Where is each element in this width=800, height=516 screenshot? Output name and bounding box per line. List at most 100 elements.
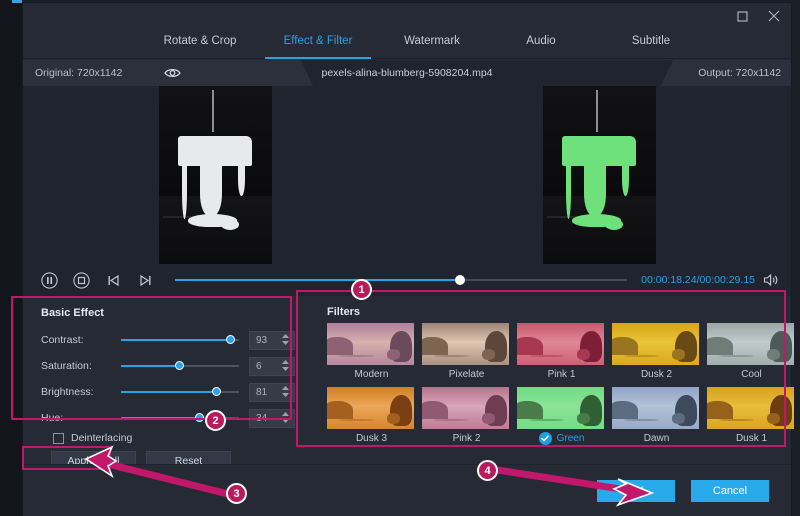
tab-label: Effect & Filter bbox=[284, 35, 353, 47]
annotation-badge-4: 4 bbox=[477, 460, 498, 481]
filter-item[interactable]: Pink 2 bbox=[422, 387, 511, 449]
chevron-up-icon bbox=[281, 411, 290, 417]
filter-label: Modern bbox=[355, 369, 389, 380]
slider-thumb[interactable] bbox=[212, 387, 221, 396]
next-frame-icon[interactable] bbox=[133, 268, 157, 292]
slider-value: 34 bbox=[256, 413, 267, 424]
window-controls bbox=[731, 6, 785, 26]
original-preview bbox=[23, 86, 407, 264]
checkbox-box[interactable] bbox=[53, 433, 64, 444]
slider-value-field[interactable]: 93 bbox=[249, 331, 295, 350]
slider-thumb[interactable] bbox=[195, 413, 204, 422]
deinterlacing-checkbox[interactable]: Deinterlacing bbox=[53, 432, 132, 444]
slider-control[interactable] bbox=[121, 334, 239, 346]
spinner-arrows[interactable] bbox=[281, 359, 290, 372]
close-icon[interactable] bbox=[763, 6, 785, 26]
cancel-button[interactable]: Cancel bbox=[691, 480, 769, 502]
chevron-down-icon bbox=[281, 366, 290, 372]
parent-window-edge bbox=[0, 0, 22, 516]
eye-icon[interactable] bbox=[164, 67, 181, 79]
annotation-badge-1: 1 bbox=[351, 279, 372, 300]
output-info: Output: 720x1142 bbox=[661, 60, 791, 86]
tab-label: Subtitle bbox=[632, 35, 670, 47]
check-circle-icon bbox=[539, 432, 552, 445]
tab-label: Audio bbox=[526, 35, 555, 47]
filter-label: Pink 2 bbox=[453, 433, 481, 444]
filter-caption: Pixelate bbox=[422, 365, 511, 383]
filter-thumbnail[interactable] bbox=[422, 387, 509, 429]
filter-thumbnail[interactable] bbox=[517, 323, 604, 365]
playback-controls: 00:00:18.24/00:00:29.15 bbox=[23, 264, 791, 296]
video-editing-dialog: Rotate & Crop Effect & Filter Watermark … bbox=[22, 2, 792, 516]
spinner-arrows[interactable] bbox=[281, 385, 290, 398]
filter-caption: Pink 1 bbox=[517, 365, 606, 383]
maximize-icon[interactable] bbox=[731, 6, 753, 26]
slider-thumb[interactable] bbox=[226, 335, 235, 344]
timecode-label: 00:00:18.24/00:00:29.15 bbox=[641, 274, 755, 286]
slider-value: 81 bbox=[256, 387, 267, 398]
filter-thumbnail[interactable] bbox=[612, 387, 699, 429]
tab-effect-filter[interactable]: Effect & Filter bbox=[259, 29, 377, 59]
filter-caption: Dawn bbox=[612, 429, 701, 447]
spinner-arrows[interactable] bbox=[281, 333, 290, 346]
filter-thumbnail[interactable] bbox=[612, 323, 699, 365]
filter-item[interactable]: Dawn bbox=[612, 387, 701, 449]
filter-caption: Modern bbox=[327, 365, 416, 383]
slider-fill bbox=[121, 417, 200, 419]
filter-thumbnail[interactable] bbox=[422, 323, 509, 365]
slider-value-field[interactable]: 6 bbox=[249, 357, 295, 376]
filter-grid: Modern Pixelate Pink 1 Dusk 2 Cool Dusk 3 Pink… bbox=[327, 323, 796, 449]
seek-fill bbox=[175, 279, 460, 281]
filter-item[interactable]: Dusk 2 bbox=[612, 323, 701, 385]
seek-bar[interactable] bbox=[175, 273, 627, 287]
filter-item[interactable]: Modern bbox=[327, 323, 416, 385]
filters-panel: Filters ModernPixelatePink 1Dusk 2CoolDu… bbox=[319, 301, 800, 464]
chevron-up-icon bbox=[281, 385, 290, 391]
slider-row-contrast: Contrast:93 bbox=[41, 329, 297, 351]
filter-thumbnail[interactable] bbox=[707, 323, 794, 365]
basic-effect-title: Basic Effect bbox=[41, 307, 104, 319]
stop-icon[interactable] bbox=[69, 268, 93, 292]
filter-item[interactable]: Green bbox=[517, 387, 606, 449]
tab-label: Watermark bbox=[404, 35, 460, 47]
tab-audio[interactable]: Audio bbox=[487, 29, 595, 59]
annotation-badge-2: 2 bbox=[205, 410, 226, 431]
slider-value-field[interactable]: 81 bbox=[249, 383, 295, 402]
chevron-up-icon bbox=[281, 333, 290, 339]
filter-thumbnail[interactable] bbox=[327, 387, 414, 429]
filter-label: Green bbox=[557, 433, 585, 444]
filter-thumbnail[interactable] bbox=[327, 323, 414, 365]
parent-window-accent bbox=[12, 0, 22, 3]
filter-item[interactable]: Pixelate bbox=[422, 323, 511, 385]
tab-label: Rotate & Crop bbox=[164, 35, 237, 47]
slider-row-saturation: Saturation:6 bbox=[41, 355, 297, 377]
basic-effect-panel: Basic Effect Contrast:93Saturation:6Brig… bbox=[29, 301, 301, 464]
spinner-arrows[interactable] bbox=[281, 411, 290, 424]
slider-label: Hue: bbox=[41, 412, 121, 424]
volume-icon[interactable] bbox=[763, 273, 779, 287]
ok-button[interactable]: OK bbox=[597, 480, 675, 502]
slider-thumb[interactable] bbox=[175, 361, 184, 370]
tab-subtitle[interactable]: Subtitle bbox=[595, 29, 707, 59]
slider-control[interactable] bbox=[121, 360, 239, 372]
slider-value-field[interactable]: 34 bbox=[249, 409, 295, 428]
pause-icon[interactable] bbox=[37, 268, 61, 292]
filter-item[interactable]: Pink 1 bbox=[517, 323, 606, 385]
filter-label: Dusk 2 bbox=[641, 369, 672, 380]
filter-thumbnail[interactable] bbox=[517, 387, 604, 429]
filter-item[interactable]: Dusk 1 bbox=[707, 387, 796, 449]
tab-rotate-crop[interactable]: Rotate & Crop bbox=[141, 29, 259, 59]
filter-item[interactable]: Cool bbox=[707, 323, 796, 385]
slider-control[interactable] bbox=[121, 386, 239, 398]
slider-fill bbox=[121, 365, 180, 367]
filter-item[interactable]: Dusk 3 bbox=[327, 387, 416, 449]
bottom-panels: Basic Effect Contrast:93Saturation:6Brig… bbox=[23, 296, 791, 464]
seek-thumb[interactable] bbox=[455, 275, 465, 285]
previous-frame-icon[interactable] bbox=[101, 268, 125, 292]
tab-watermark[interactable]: Watermark bbox=[377, 29, 487, 59]
filter-label: Dawn bbox=[644, 433, 670, 444]
filter-thumbnail[interactable] bbox=[707, 387, 794, 429]
filter-label: Pixelate bbox=[449, 369, 485, 380]
dialog-footer: OK Cancel bbox=[23, 464, 791, 516]
editor-dialog-screen: Rotate & Crop Effect & Filter Watermark … bbox=[0, 0, 800, 516]
